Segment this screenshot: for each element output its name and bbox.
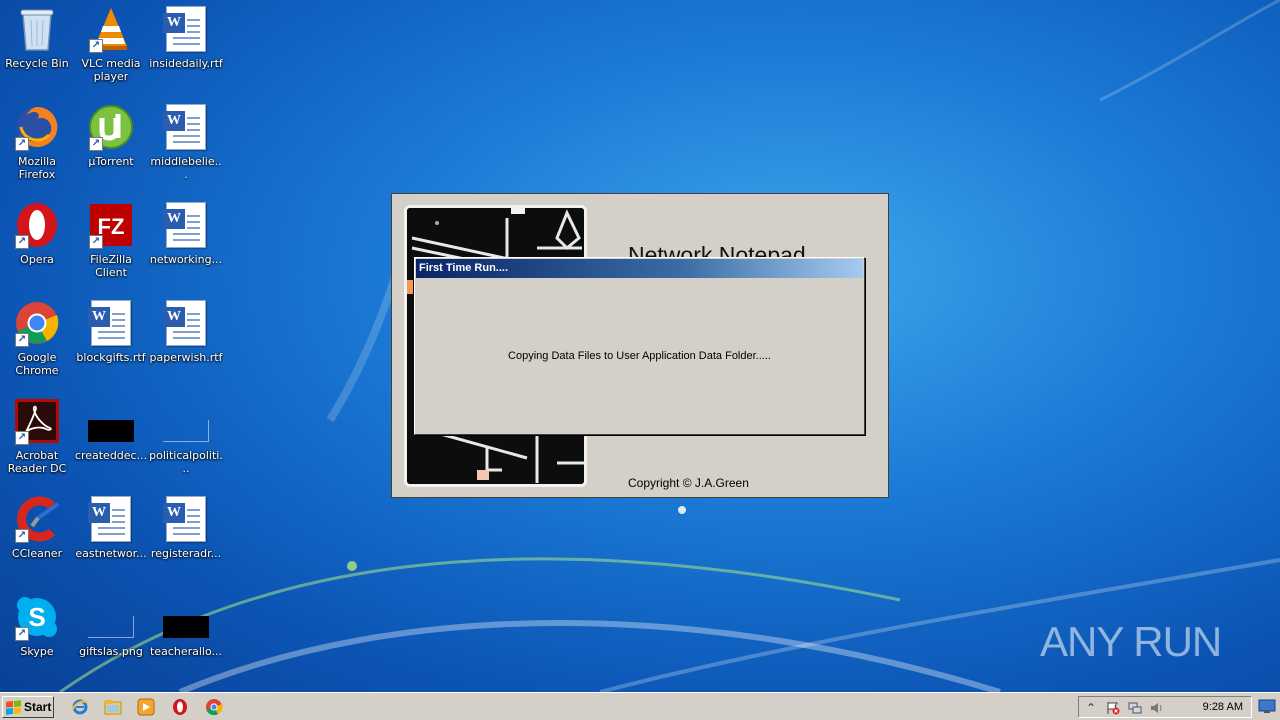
- image-file-icon: [162, 593, 210, 641]
- desktop-icon-label: Skype: [20, 645, 54, 658]
- desktop-icon-label: Mozilla Firefox: [18, 155, 56, 181]
- word-document-icon: W: [87, 299, 135, 347]
- shortcut-arrow-icon: ↗: [15, 333, 29, 347]
- desktop-icon[interactable]: Wnetworking...: [149, 201, 223, 291]
- desktop-icon-label: VLC media player: [81, 57, 141, 83]
- shortcut-arrow-icon: ↗: [89, 137, 103, 151]
- anyrun-watermark-text: ANY RUN: [1040, 618, 1222, 665]
- acrobat-icon: ↗: [13, 397, 61, 445]
- action-center-flag-icon[interactable]: [1105, 700, 1121, 716]
- desktop-icon-label: politicalpoliti...: [149, 449, 223, 475]
- word-document-icon: W: [162, 5, 210, 53]
- system-tray: ⌃ 9:28 AM: [1078, 696, 1252, 718]
- show-desktop-button[interactable]: [1258, 698, 1276, 714]
- desktop-icon[interactable]: Wmiddlebelie...: [149, 103, 223, 193]
- volume-icon[interactable]: [1149, 700, 1165, 716]
- desktop-icon-label: registeradr...: [150, 547, 222, 560]
- desktop-icon-label: giftslas.png: [79, 645, 143, 658]
- desktop-icon[interactable]: Wregisteradr...: [149, 495, 223, 585]
- chrome-icon: ↗: [13, 299, 61, 347]
- shortcut-arrow-icon: ↗: [15, 529, 29, 543]
- desktop-icon[interactable]: teacherallo...: [149, 593, 223, 683]
- start-label: Start: [24, 700, 52, 714]
- shortcut-arrow-icon: ↗: [15, 137, 29, 151]
- opera-taskbar-icon[interactable]: [170, 697, 190, 717]
- word-document-icon: W: [162, 201, 210, 249]
- image-file-icon: [87, 397, 135, 445]
- desktop-icon-label: insidedaily.rtf: [149, 57, 223, 70]
- shortcut-arrow-icon: ↗: [89, 235, 103, 249]
- desktop-icon-label: blockgifts.rtf: [76, 351, 146, 364]
- desktop-icon[interactable]: ↗ Acrobat Reader DC: [0, 397, 74, 487]
- desktop-icon[interactable]: ↗ VLC media player: [74, 5, 148, 95]
- desktop-icon-label: createddec...: [74, 449, 148, 462]
- desktop-icon[interactable]: ↗ Opera: [0, 201, 74, 291]
- shortcut-arrow-icon: ↗: [15, 235, 29, 249]
- show-hidden-icons-icon[interactable]: ⌃: [1083, 700, 1099, 716]
- explorer-folder-icon[interactable]: [103, 697, 123, 717]
- desktop-icon-label: FileZilla Client: [90, 253, 132, 279]
- word-document-icon: W: [87, 495, 135, 543]
- desktop-icon-label: networking...: [149, 253, 223, 266]
- opera-icon: ↗: [13, 201, 61, 249]
- splash-copyright: Copyright © J.A.Green: [628, 476, 749, 490]
- desktop-icon[interactable]: S ↗ Skype: [0, 593, 74, 683]
- media-player-icon[interactable]: [136, 697, 156, 717]
- taskbar: Start ⌃ 9:28 AM: [0, 692, 1280, 720]
- dialog-title-bar[interactable]: First Time Run....: [416, 259, 863, 278]
- word-document-icon: W: [162, 299, 210, 347]
- shortcut-arrow-icon: ↗: [15, 627, 29, 641]
- dialog-message: Copying Data Files to User Application D…: [508, 350, 771, 362]
- image-file-icon: [162, 397, 210, 445]
- clock[interactable]: 9:28 AM: [1203, 701, 1243, 713]
- desktop-icon-label: Google Chrome: [15, 351, 59, 377]
- desktop-icon[interactable]: Weastnetwor...: [74, 495, 148, 585]
- vlc-icon: ↗: [87, 5, 135, 53]
- skype-icon: S ↗: [13, 593, 61, 641]
- desktop-icon[interactable]: Winsidedaily.rtf: [149, 5, 223, 95]
- desktop-icon-label: Opera: [20, 253, 54, 266]
- desktop-icon-label: eastnetwor...: [75, 547, 147, 560]
- desktop-icon[interactable]: politicalpoliti...: [149, 397, 223, 487]
- firefox-icon: ↗: [13, 103, 61, 151]
- chrome-taskbar-icon[interactable]: [204, 697, 224, 717]
- windows-logo-icon: [6, 699, 21, 715]
- start-button[interactable]: Start: [2, 696, 54, 718]
- image-file-icon: [87, 593, 135, 641]
- desktop-icon[interactable]: giftslas.png: [74, 593, 148, 683]
- desktop-icon[interactable]: ↗ µTorrent: [74, 103, 148, 193]
- desktop-icon-label: paperwish.rtf: [149, 351, 223, 364]
- filezilla-icon: FZ ↗: [87, 201, 135, 249]
- utorrent-icon: ↗: [87, 103, 135, 151]
- anyrun-watermark: ANY RUN: [1040, 612, 1222, 672]
- desktop-icon[interactable]: ↗ Google Chrome: [0, 299, 74, 389]
- first-time-run-dialog: First Time Run.... Copying Data Files to…: [414, 257, 865, 435]
- desktop-icon-label: CCleaner: [11, 547, 63, 560]
- word-document-icon: W: [162, 103, 210, 151]
- desktop-icon[interactable]: Recycle Bin: [0, 5, 74, 95]
- recycle-bin-icon: [13, 5, 61, 53]
- desktop-icon-label: µTorrent: [88, 155, 134, 168]
- ccleaner-icon: ↗: [13, 495, 61, 543]
- desktop-icon-label: middlebelie...: [150, 155, 222, 181]
- desktop-icon[interactable]: Wblockgifts.rtf: [74, 299, 148, 389]
- internet-explorer-icon[interactable]: [70, 697, 90, 717]
- desktop-icon-label: teacherallo...: [149, 645, 222, 658]
- desktop-icon-label: Recycle Bin: [5, 57, 69, 70]
- svg-text:S: S: [28, 602, 45, 632]
- desktop-icon[interactable]: createddec...: [74, 397, 148, 487]
- desktop-icon[interactable]: ↗ CCleaner: [0, 495, 74, 585]
- desktop-icon[interactable]: FZ ↗ FileZilla Client: [74, 201, 148, 291]
- desktop-icon[interactable]: ↗ Mozilla Firefox: [0, 103, 74, 193]
- word-document-icon: W: [162, 495, 210, 543]
- desktop-icon[interactable]: Wpaperwish.rtf: [149, 299, 223, 389]
- shortcut-arrow-icon: ↗: [15, 431, 29, 445]
- desktop-icon-label: Acrobat Reader DC: [7, 449, 67, 475]
- network-icon[interactable]: [1127, 700, 1143, 716]
- shortcut-arrow-icon: ↗: [89, 39, 103, 53]
